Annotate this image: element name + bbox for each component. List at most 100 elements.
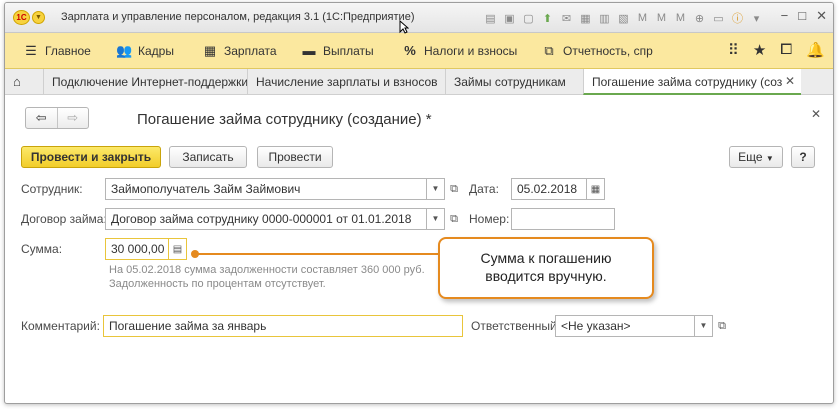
memory-m-plus-icon[interactable]: M [654,11,669,26]
wallet-icon: ▬ [302,43,316,58]
window-title: Зарплата и управление персоналом, редакц… [61,11,415,23]
employee-dropdown-icon[interactable]: ▼ [427,178,445,200]
sum-field[interactable]: 30 000,00 [105,238,169,260]
employee-label: Сотрудник: [21,182,83,196]
mail-icon[interactable]: ✉ [559,11,574,26]
close-tab-icon[interactable]: ✕ [785,74,795,88]
post-button[interactable]: Провести [257,146,333,168]
logo-1c-icon: 1С [13,10,30,25]
mouse-cursor-icon [399,20,409,34]
all-functions-icon[interactable]: ⠿ [728,41,739,59]
hamburger-icon: ☰ [25,43,37,58]
memory-m-icon[interactable]: M [635,11,650,26]
app-window: 1С ▼ Зарплата и управление персоналом, р… [4,2,834,404]
menu-item-payments[interactable]: ▬ Выплаты [301,43,374,58]
date-field[interactable]: 05.02.2018 [511,178,587,200]
calculator-icon[interactable]: ▤ [169,238,187,260]
tab-label: Подключение Интернет-поддержки [52,75,249,89]
menu-item-main[interactable]: ☰ Главное [23,43,91,59]
tab-payroll[interactable]: Начисление зарплаты и взносов [247,69,445,95]
tab-label: Начисление зарплаты и взносов [256,75,438,89]
chevron-down-icon[interactable]: ▾ [749,11,764,26]
back-arrow-icon[interactable]: ⇦ [26,108,57,128]
calculator-icon[interactable]: ▧ [616,11,631,26]
tab-internet-support[interactable]: Подключение Интернет-поддержки [43,69,249,95]
close-form-icon[interactable]: ✕ [811,107,821,121]
save-button[interactable]: Записать [169,146,247,168]
menu-right-icons: ⠿ ★ ⧠ 🔔 [728,41,825,59]
menu-item-taxes[interactable]: % Налоги и взносы [402,43,517,58]
menu-item-personnel[interactable]: 👥 Кадры [116,43,174,59]
menu-item-label: Налоги и взносы [424,43,518,58]
more-button[interactable]: Еще ▼ [729,146,783,168]
menu-item-label: Главное [45,44,91,58]
zoom-icon[interactable]: ⊕ [692,11,707,26]
calculator-icon: ▦ [203,43,217,58]
calendar-icon[interactable]: ▦ [587,178,605,200]
bell-icon[interactable]: 🔔 [806,41,825,59]
sections-panel: ☰ Главное 👥 Кадры ▦ Зарплата ▬ Выплаты %… [5,33,833,69]
menu-item-label: Отчетность, спр [563,44,653,58]
number-label: Номер: [469,212,510,226]
date-label: Дата: [469,182,499,196]
percent-icon: % [404,43,416,58]
contract-label: Договор займа: [21,212,107,226]
titlebar-toolbar: ▤ ▣ ▢ ⬆ ✉ ▦ ▥ ▧ M M M ⊕ ▭ ⓘ ▾ [483,9,764,27]
save-icon[interactable]: ▤ [483,11,498,26]
minimize-icon[interactable]: − [781,8,789,24]
menu-item-salary[interactable]: ▦ Зарплата [202,43,277,59]
callout-line-2: вводится вручную. [485,268,607,284]
callout-pointer [191,250,199,258]
close-window-icon[interactable]: ✕ [816,8,827,24]
title-bar: 1С ▼ Зарплата и управление персоналом, р… [5,3,833,33]
history-icon[interactable]: ⧠ [780,41,792,59]
forward-arrow-icon[interactable]: ⇨ [56,108,89,128]
comment-label: Комментарий: [21,319,100,333]
responsible-open-icon[interactable]: ⧉ [713,315,731,337]
hint-callout: Сумма к погашению вводится вручную. [438,237,654,299]
info-icon[interactable]: ⓘ [730,11,745,26]
debt-note: На 05.02.2018 сумма задолженности состав… [109,264,425,276]
preview-icon[interactable]: ▢ [521,11,536,26]
tab-loans[interactable]: Займы сотрудникам [445,69,583,95]
menu-item-label: Зарплата [224,44,277,58]
main-menu-dropdown-icon[interactable]: ▼ [32,11,45,24]
responsible-field[interactable]: <Не указан> [555,315,695,337]
responsible-dropdown-icon[interactable]: ▼ [695,315,713,337]
print-icon[interactable]: ▣ [502,11,517,26]
table-icon[interactable]: ▦ [578,11,593,26]
number-field[interactable] [511,208,615,230]
sum-label: Сумма: [21,242,63,256]
contract-open-icon[interactable]: ⧉ [445,208,463,230]
help-button[interactable]: ? [791,146,815,168]
callout-line-1: Сумма к погашению [480,250,612,266]
contract-dropdown-icon[interactable]: ▼ [427,208,445,230]
responsible-label: Ответственный: [471,319,561,333]
open-windows-tabs: ⌂ Подключение Интернет-поддержки Начисле… [5,69,833,95]
favorites-star-icon[interactable]: ★ [753,41,766,59]
calendar-icon[interactable]: ▥ [597,11,612,26]
chevron-down-icon: ▼ [765,154,774,163]
tab-label: Займы сотрудникам [454,75,566,89]
callout-connector [195,253,439,255]
people-icon: 👥 [116,43,133,58]
tab-loan-repayment[interactable]: Погашение займа сотруднику (соз ✕ [583,69,801,95]
employee-open-icon[interactable]: ⧉ [445,178,463,200]
window-controls: − □ ✕ [781,8,827,24]
more-button-label: Еще [738,150,763,164]
tab-label: Погашение займа сотруднику (соз [592,75,783,89]
fullscreen-icon[interactable]: ▭ [711,11,726,26]
menu-item-label: Выплаты [323,43,374,58]
memory-m-minus-icon[interactable]: M [673,11,688,26]
menu-item-reports[interactable]: ⧉ Отчетность, спр [541,43,653,59]
nav-buttons: ⇦ ⇨ [25,107,89,129]
link-icon[interactable]: ⬆ [540,11,555,26]
form-title: Погашение займа сотруднику (создание) * [137,111,432,128]
home-icon[interactable]: ⌂ [13,74,21,89]
post-and-close-button[interactable]: Провести и закрыть [21,146,161,168]
employee-field[interactable]: Займополучатель Займ Займович [105,178,427,200]
comment-field[interactable]: Погашение займа за январь [103,315,463,337]
maximize-icon[interactable]: □ [798,8,806,24]
contract-field[interactable]: Договор займа сотруднику 0000-000001 от … [105,208,427,230]
interest-note: Задолженность по процентам отсутствует. [109,278,326,290]
